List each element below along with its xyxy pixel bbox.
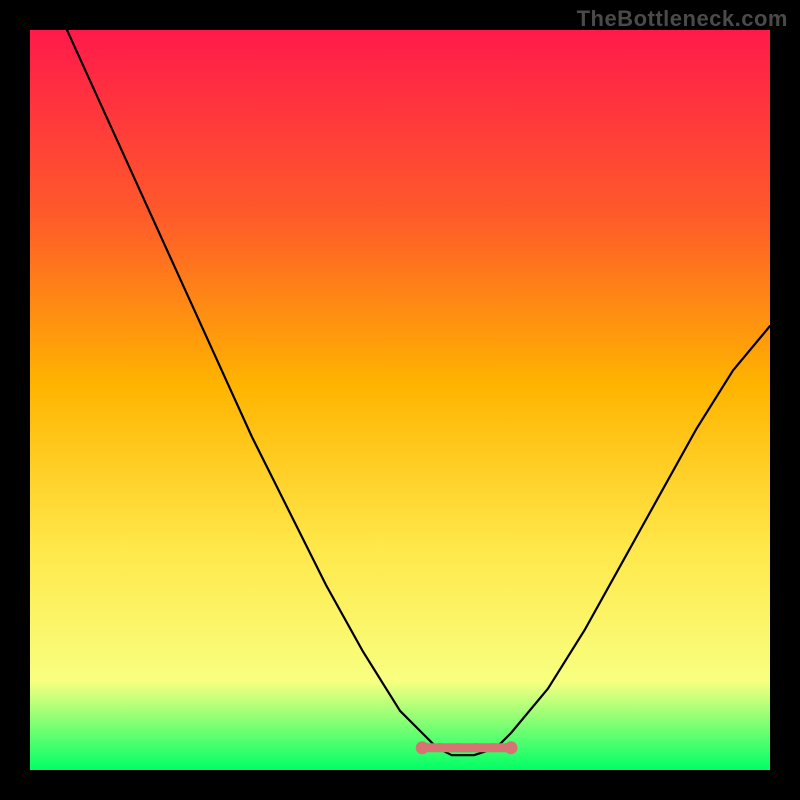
gradient-panel: [30, 30, 770, 770]
chart-frame: TheBottleneck.com: [0, 0, 800, 800]
bottleneck-chart: [30, 30, 770, 770]
plot-area: [30, 30, 770, 770]
watermark-text: TheBottleneck.com: [577, 6, 788, 32]
